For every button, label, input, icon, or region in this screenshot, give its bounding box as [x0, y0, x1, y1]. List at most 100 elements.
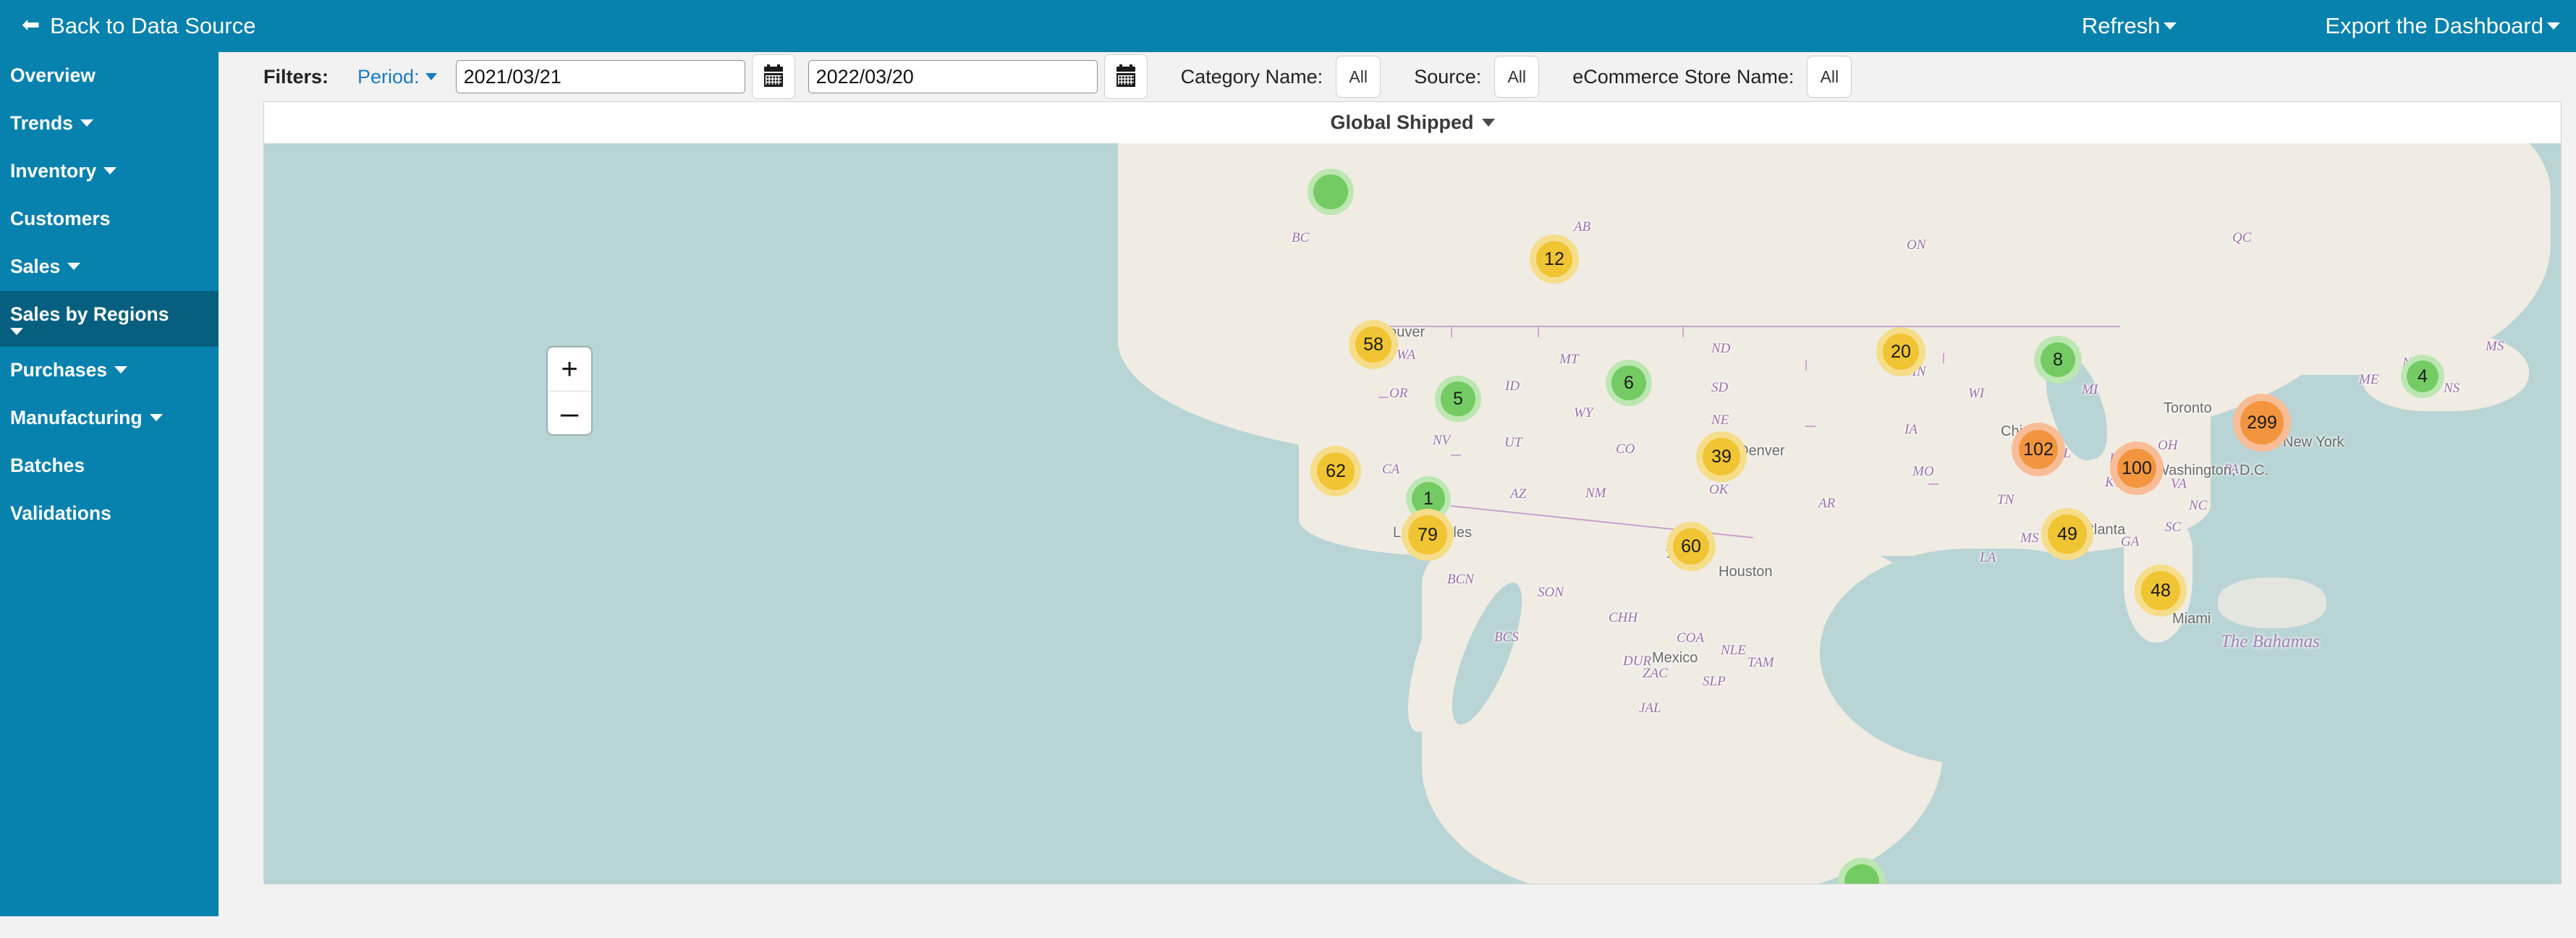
- state-border-horizontal: [1451, 455, 1856, 456]
- map-cluster-marker[interactable]: 58: [1349, 320, 1398, 369]
- map-cluster-marker-count: 1: [1423, 488, 1433, 509]
- map-state-label: BCS: [1494, 630, 1519, 645]
- chevron-down-icon: [10, 328, 23, 336]
- state-border-vertical: [1682, 327, 1684, 479]
- map-state-label: MS: [2020, 531, 2039, 546]
- zoom-in-button[interactable]: +: [548, 347, 591, 391]
- date-from-input[interactable]: [455, 60, 745, 93]
- map-cluster-marker[interactable]: 6: [1606, 360, 1652, 406]
- map-state-label: CHH: [1609, 610, 1638, 625]
- map-cluster-marker-count: 62: [1326, 460, 1346, 481]
- map-state-label: ND: [1711, 341, 1731, 356]
- map-state-label: NV: [1433, 433, 1451, 448]
- map-state-label: BC: [1292, 230, 1310, 245]
- map-state-label: MI: [2082, 382, 2098, 397]
- sidebar: Overview Trends Inventory Customers Sales Sal…: [0, 52, 219, 916]
- category-name-filter-value: All: [1349, 67, 1368, 86]
- sidebar-item-label: Inventory: [10, 159, 97, 182]
- border-usa-canada: [1375, 326, 2120, 327]
- map-state-label: AR: [1818, 496, 1836, 511]
- map-cluster-marker[interactable]: [1308, 169, 1354, 215]
- refresh-dropdown[interactable]: Refresh: [2082, 13, 2177, 39]
- map-cluster-marker[interactable]: 8: [2034, 336, 2082, 384]
- export-dashboard-dropdown[interactable]: Export the Dashboard: [2325, 13, 2560, 39]
- state-border-vertical: [1538, 327, 1539, 443]
- map-cluster-marker[interactable]: 299: [2233, 394, 2291, 452]
- map-state-label: NLE: [1721, 643, 1746, 658]
- chevron-down-icon: [2547, 22, 2560, 30]
- map-state-label: BCN: [1447, 572, 1474, 587]
- map-state-label: QC: [2232, 230, 2252, 245]
- map-cluster-marker[interactable]: 20: [1876, 327, 1925, 376]
- chevron-down-icon: [149, 414, 163, 422]
- source-filter-button[interactable]: All: [1494, 56, 1540, 98]
- map-state-label: TAM: [1747, 655, 1774, 670]
- map-state-label: MS: [2486, 339, 2504, 354]
- source-label: Source:: [1414, 65, 1482, 88]
- sidebar-item-validations[interactable]: Validations: [0, 490, 219, 538]
- sidebar-item-customers[interactable]: Customers: [0, 195, 219, 243]
- map-cluster-marker-inner: [1313, 174, 1348, 209]
- map-state-label: COA: [1677, 630, 1704, 646]
- map-cluster-marker[interactable]: 102: [2012, 423, 2065, 476]
- filter-bar: Filters: Period: Category Name: All Sour…: [219, 52, 2576, 101]
- period-label: Period:: [357, 65, 420, 88]
- map-state-label: SON: [1538, 585, 1564, 600]
- map-state-label: UT: [1504, 435, 1522, 450]
- map-cluster-marker[interactable]: 12: [1530, 234, 1579, 284]
- ecommerce-store-filter-button[interactable]: All: [1807, 56, 1852, 98]
- map-cluster-marker[interactable]: 39: [1696, 431, 1747, 482]
- map-cluster-marker-count: 12: [1544, 248, 1564, 269]
- sidebar-item-inventory[interactable]: Inventory: [0, 148, 219, 195]
- period-dropdown[interactable]: Period:: [357, 66, 437, 88]
- ecommerce-store-filter-value: All: [1820, 67, 1839, 86]
- map-cluster-marker-count: 39: [1711, 446, 1732, 467]
- zoom-out-button[interactable]: –: [548, 391, 591, 434]
- sidebar-item-purchases[interactable]: Purchases: [0, 347, 219, 394]
- chevron-down-icon: [80, 119, 93, 127]
- sidebar-item-sales-by-regions[interactable]: Sales by Regions: [0, 290, 219, 347]
- map-state-label: CA: [1382, 462, 1400, 477]
- map-cluster-marker[interactable]: 62: [1310, 446, 1361, 497]
- map-cluster-marker[interactable]: 100: [2110, 441, 2164, 495]
- map-cluster-marker[interactable]: 4: [2401, 355, 2444, 398]
- date-to-calendar-button[interactable]: [1103, 54, 1148, 99]
- sidebar-item-label: Sales by Regions: [10, 303, 169, 325]
- map-cluster-marker[interactable]: 79: [1402, 509, 1454, 561]
- map-cluster-marker-count: 79: [1418, 524, 1438, 545]
- date-from-calendar-button[interactable]: [751, 54, 795, 99]
- map-state-label: OK: [1709, 482, 1729, 497]
- map-cluster-marker-count: 5: [1453, 388, 1463, 409]
- sidebar-item-label: Customers: [10, 207, 111, 229]
- land-maritimes: [2363, 331, 2529, 411]
- map-state-label: OR: [1389, 386, 1408, 401]
- category-name-filter-button[interactable]: All: [1336, 56, 1381, 98]
- sidebar-item-overview[interactable]: Overview: [0, 52, 219, 100]
- sidebar-item-label: Batches: [10, 455, 85, 477]
- map-cluster-marker[interactable]: 60: [1666, 522, 1716, 571]
- map-cluster-marker[interactable]: 5: [1435, 376, 1481, 422]
- map-city-label: Mexico: [1652, 650, 1698, 666]
- map-cluster-marker-count: 58: [1363, 334, 1384, 355]
- back-to-data-source-link[interactable]: ⬅ Back to Data Source: [22, 13, 255, 39]
- map-cluster-marker-inner: [1844, 863, 1880, 884]
- date-to-input[interactable]: [808, 60, 1098, 93]
- map-city-label: Houston: [1719, 564, 1773, 580]
- map-cluster-marker[interactable]: 48: [2135, 565, 2187, 617]
- global-shipped-panel: Global Shipped BC AB ON QC WA MT ND OR I…: [263, 101, 2562, 884]
- map-cluster-marker-count: 20: [1891, 341, 1911, 362]
- panel-title-dropdown[interactable]: Global Shipped: [1330, 111, 1495, 134]
- map-city-label: Toronto: [2164, 400, 2212, 416]
- sidebar-item-label: Purchases: [10, 359, 108, 381]
- sidebar-item-sales[interactable]: Sales: [0, 243, 219, 291]
- map-cluster-marker[interactable]: 49: [2041, 508, 2093, 560]
- map-state-label: TN: [1997, 492, 2014, 507]
- sidebar-item-manufacturing[interactable]: Manufacturing: [0, 394, 219, 442]
- sidebar-item-batches[interactable]: Batches: [0, 442, 219, 490]
- map-state-label: IA: [1905, 422, 1918, 437]
- map-canvas[interactable]: BCABONQCWAMTNDORIDSDMNWIMIMENBNSWYNEIAIL…: [264, 143, 2561, 884]
- refresh-label: Refresh: [2081, 13, 2161, 38]
- state-border-horizontal: [1928, 483, 2211, 485]
- arrow-left-icon: ⬅: [22, 13, 41, 37]
- sidebar-item-trends[interactable]: Trends: [0, 100, 219, 148]
